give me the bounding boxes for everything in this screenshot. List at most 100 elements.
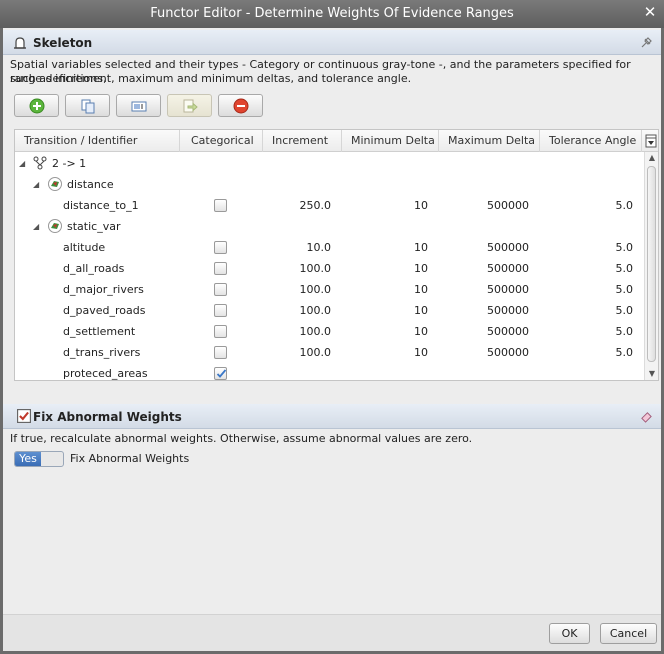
tolerance-angle-value[interactable] — [540, 363, 633, 384]
min-delta-value[interactable]: 10 — [342, 237, 428, 258]
tree-root-row[interactable]: ◢ 2 -> 1 — [15, 153, 643, 174]
min-delta-value[interactable]: 10 — [342, 195, 428, 216]
increment-value[interactable]: 100.0 — [263, 321, 332, 342]
categorical-checkbox[interactable] — [214, 283, 227, 296]
ranges-grid: Transition / Identifier Categorical Incr… — [14, 129, 659, 381]
column-header-tolerance[interactable]: Tolerance Angle — [540, 130, 642, 152]
column-header-min-delta[interactable]: Minimum Delta — [342, 130, 439, 152]
increment-value[interactable]: 100.0 — [263, 300, 332, 321]
tree-group-row[interactable]: ◢ distance — [15, 174, 643, 195]
table-row[interactable]: d_major_rivers 100.0 10 500000 5.0 — [15, 279, 643, 300]
categorical-checkbox[interactable] — [214, 304, 227, 317]
variable-name: proteced_areas — [63, 367, 148, 380]
min-delta-value[interactable] — [342, 363, 428, 384]
tree-node-label: static_var — [67, 220, 121, 233]
remove-button[interactable] — [218, 94, 263, 117]
variable-name: altitude — [63, 241, 106, 254]
variable-name: d_trans_rivers — [63, 346, 141, 359]
fix-weights-section-header[interactable]: Fix Abnormal Weights — [3, 404, 661, 429]
tree-node-label: 2 -> 1 — [52, 157, 87, 170]
column-header-categorical[interactable]: Categorical — [180, 130, 263, 152]
min-delta-value[interactable]: 10 — [342, 258, 428, 279]
edit-icon — [131, 101, 147, 112]
column-header-identifier[interactable]: Transition / Identifier — [15, 130, 180, 152]
categorical-checkbox[interactable] — [214, 199, 227, 212]
table-row[interactable]: d_paved_roads 100.0 10 500000 5.0 — [15, 300, 643, 321]
increment-value[interactable]: 250.0 — [263, 195, 332, 216]
max-delta-value[interactable]: 500000 — [439, 258, 529, 279]
tolerance-angle-value[interactable]: 5.0 — [540, 195, 634, 216]
transition-icon — [33, 156, 47, 170]
edit-button[interactable] — [116, 94, 161, 117]
copy-icon — [81, 99, 95, 114]
variable-name: distance_to_1 — [63, 199, 139, 212]
categorical-checkbox[interactable] — [214, 241, 227, 254]
close-icon[interactable]: ✕ — [642, 4, 658, 20]
increment-value[interactable]: 10.0 — [263, 237, 332, 258]
table-row[interactable]: distance_to_1 250.0 10 500000 5.0 — [15, 195, 643, 216]
import-button[interactable] — [167, 94, 212, 117]
skeleton-section-header[interactable]: Skeleton — [3, 30, 661, 55]
skeleton-description-line-2: such as increment, maximum and minimum d… — [10, 72, 412, 85]
table-row[interactable]: d_trans_rivers 100.0 10 500000 5.0 — [15, 342, 643, 363]
tolerance-angle-value[interactable]: 5.0 — [540, 321, 634, 342]
collapse-arrow-icon[interactable]: ◢ — [33, 216, 43, 237]
fix-weights-toggle-label: Fix Abnormal Weights — [70, 452, 190, 465]
categorical-checkbox[interactable] — [214, 367, 227, 380]
categorical-checkbox[interactable] — [214, 325, 227, 338]
ok-button[interactable]: OK — [549, 623, 590, 644]
categorical-checkbox[interactable] — [214, 262, 227, 275]
cancel-button[interactable]: Cancel — [600, 623, 657, 644]
scroll-down-icon[interactable]: ▼ — [645, 368, 659, 380]
increment-value[interactable]: 100.0 — [263, 279, 332, 300]
import-icon — [183, 99, 198, 113]
max-delta-value[interactable]: 500000 — [439, 300, 529, 321]
max-delta-value[interactable] — [439, 363, 529, 384]
tolerance-angle-value[interactable]: 5.0 — [540, 258, 634, 279]
min-delta-value[interactable]: 10 — [342, 342, 428, 363]
increment-value[interactable]: 100.0 — [263, 258, 332, 279]
fix-weights-checkbox-icon[interactable] — [17, 409, 31, 423]
title-bar[interactable]: Functor Editor - Determine Weights Of Ev… — [0, 0, 664, 28]
grid-vertical-scrollbar[interactable]: ▲ ▼ — [644, 152, 658, 380]
fix-weights-toggle[interactable]: Yes — [14, 451, 64, 467]
min-delta-value[interactable]: 10 — [342, 321, 428, 342]
remove-icon — [233, 98, 249, 114]
add-button[interactable] — [14, 94, 59, 117]
max-delta-value[interactable]: 500000 — [439, 342, 529, 363]
variable-name: d_settlement — [63, 325, 136, 338]
increment-value[interactable]: 100.0 — [263, 342, 332, 363]
functor-editor-window: Functor Editor - Determine Weights Of Ev… — [0, 0, 664, 654]
copy-button[interactable] — [65, 94, 110, 117]
tree-node-label: distance — [67, 178, 114, 191]
grid-header: Transition / Identifier Categorical Incr… — [15, 130, 658, 152]
tolerance-angle-value[interactable]: 5.0 — [540, 237, 634, 258]
eraser-icon[interactable] — [640, 410, 653, 423]
tolerance-angle-value[interactable]: 5.0 — [540, 279, 634, 300]
column-header-max-delta[interactable]: Maximum Delta — [439, 130, 540, 152]
column-header-increment[interactable]: Increment — [263, 130, 342, 152]
table-row[interactable]: d_all_roads 100.0 10 500000 5.0 — [15, 258, 643, 279]
max-delta-value[interactable]: 500000 — [439, 279, 529, 300]
max-delta-value[interactable]: 500000 — [439, 321, 529, 342]
skeleton-icon — [14, 37, 26, 49]
min-delta-value[interactable]: 10 — [342, 300, 428, 321]
scrollbar-thumb[interactable] — [647, 166, 656, 362]
categorical-checkbox[interactable] — [214, 346, 227, 359]
min-delta-value[interactable]: 10 — [342, 279, 428, 300]
table-row[interactable]: altitude 10.0 10 500000 5.0 — [15, 237, 643, 258]
increment-value[interactable] — [263, 363, 331, 384]
table-row[interactable]: proteced_areas — [15, 363, 643, 384]
tree-group-row[interactable]: ◢ static_var — [15, 216, 643, 237]
scroll-up-icon[interactable]: ▲ — [645, 152, 659, 164]
max-delta-value[interactable]: 500000 — [439, 237, 529, 258]
column-chooser-icon[interactable] — [645, 134, 657, 148]
tolerance-angle-value[interactable]: 5.0 — [540, 300, 634, 321]
collapse-arrow-icon[interactable]: ◢ — [19, 153, 29, 174]
collapse-arrow-icon[interactable]: ◢ — [33, 174, 43, 195]
table-row[interactable]: d_settlement 100.0 10 500000 5.0 — [15, 321, 643, 342]
dialog-body: Skeleton Spatial variables selected and … — [3, 28, 661, 651]
pin-icon[interactable] — [640, 36, 653, 49]
max-delta-value[interactable]: 500000 — [439, 195, 529, 216]
tolerance-angle-value[interactable]: 5.0 — [540, 342, 634, 363]
